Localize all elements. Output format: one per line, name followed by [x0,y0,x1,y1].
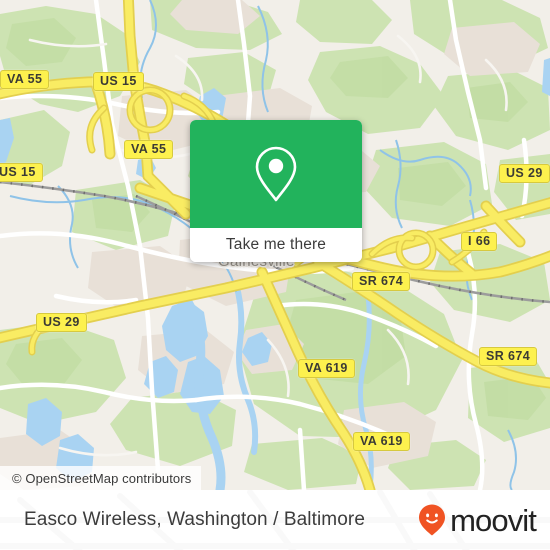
footer-place-title: Easco Wireless, Washington / Baltimore [24,509,365,530]
moovit-logo[interactable]: moovit [417,502,537,538]
take-me-there-button[interactable]: Take me there [190,228,362,262]
road-shield: I 66 [461,232,498,251]
moovit-wordmark: moovit [450,502,537,538]
poi-card[interactable]: Take me there [190,120,362,262]
road-shield: VA 55 [0,70,50,89]
road-shield: VA 619 [298,359,355,378]
road-shield: SR 674 [479,347,538,366]
osm-attribution[interactable]: © OpenStreetMap contributors [0,466,202,490]
road-shield: VA 55 [124,140,174,159]
poi-card-header [190,120,362,228]
road-shield: SR 674 [352,272,411,291]
road-shield: US 29 [36,313,87,332]
road-shield: US 29 [499,164,550,183]
road-shield: VA 619 [353,432,410,451]
footer-bar: Easco Wireless, Washington / Baltimore m… [0,490,550,550]
map-canvas[interactable]: Gainesville VA 55 US 15 VA 55 US 15 US 2… [0,0,550,490]
map-pin-icon [255,146,297,202]
road-shield: US 15 [0,163,43,182]
moovit-smiley-pin-icon [419,504,446,536]
road-shield: US 15 [93,72,144,91]
